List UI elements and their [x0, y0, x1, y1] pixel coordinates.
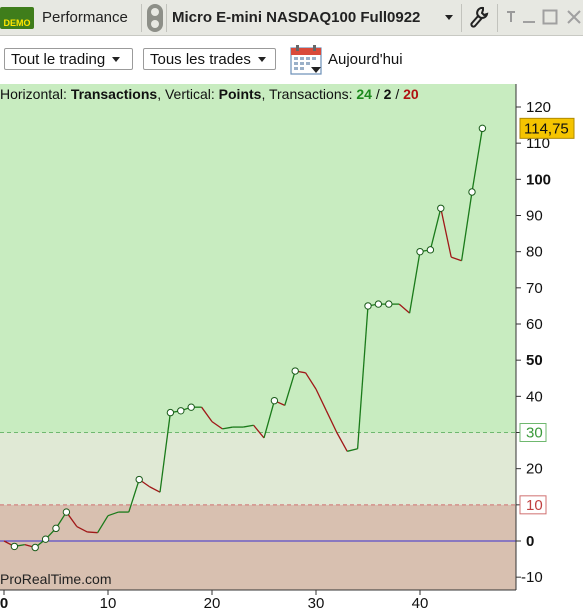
profit-zone: [0, 84, 516, 433]
title-bar: DEMO Performance Micro E-mini NASDAQ100 …: [0, 0, 583, 36]
trading-filter-dropdown[interactable]: Tout le trading: [4, 48, 133, 70]
y-tick-label: 30: [526, 425, 543, 442]
caret-down-icon: [257, 56, 266, 62]
trade-marker: [416, 247, 424, 256]
minimize-icon[interactable]: [522, 10, 536, 24]
divider: [497, 4, 498, 32]
vertical-label: , Vertical:: [157, 86, 215, 102]
wrench-icon[interactable]: [469, 6, 489, 28]
trade-marker: [10, 542, 19, 551]
neutral-zone: [0, 432, 516, 505]
y-tick-label: 70: [526, 280, 543, 297]
y-tick-label: 20: [526, 461, 543, 478]
y-tick-label: 120: [526, 99, 551, 116]
x-tick-label: 30: [308, 595, 325, 612]
total-transactions: 24: [356, 86, 372, 102]
y-tick-label: 40: [526, 388, 543, 405]
close-icon[interactable]: [566, 9, 582, 25]
demo-label: DEMO: [3, 18, 31, 28]
equity-segment: [87, 531, 98, 534]
trade-marker: [364, 302, 372, 310]
trade-marker: [270, 396, 279, 405]
watermark: ProRealTime.com: [0, 571, 112, 587]
pin-icon[interactable]: [505, 10, 517, 24]
x-tick-label: 0: [0, 595, 8, 612]
trade-marker: [177, 407, 185, 415]
trade-marker: [31, 543, 39, 552]
x-tick-label: 20: [204, 595, 221, 612]
trades-filter-dropdown[interactable]: Tous les trades: [143, 48, 276, 70]
trade-marker: [426, 246, 435, 254]
separator: /: [371, 86, 384, 102]
y-tick-label: 90: [526, 208, 543, 225]
trade-marker: [135, 475, 143, 484]
trade-marker: [41, 535, 50, 543]
trade-marker: [166, 408, 175, 417]
transactions-label: , Transactions:: [261, 86, 353, 102]
y-tick-label: 60: [526, 316, 543, 333]
y-tick-label: 80: [526, 244, 543, 261]
chart-info-line: Horizontal: Transactions, Vertical: Poin…: [0, 86, 419, 102]
maximize-icon[interactable]: [542, 9, 558, 25]
trading-filter-label: Tout le trading: [11, 50, 106, 68]
demo-logo: DEMO: [0, 7, 34, 29]
horizontal-label: Horizontal:: [0, 86, 67, 102]
trade-marker: [52, 524, 60, 533]
date-range-label[interactable]: Aujourd'hui: [328, 51, 403, 68]
trade-marker: [478, 124, 487, 133]
trade-marker: [437, 204, 445, 212]
last-value-label: 114,75: [524, 120, 569, 137]
separator: /: [391, 86, 404, 102]
trade-marker: [291, 367, 299, 375]
instrument-selector[interactable]: Micro E-mini NASDAQ100 Full0922: [172, 9, 420, 26]
chevron-down-icon[interactable]: [444, 14, 454, 22]
trade-marker: [385, 300, 393, 308]
divider: [461, 4, 462, 32]
link-sync-icon[interactable]: [147, 4, 163, 32]
y-tick-label: 50: [526, 352, 543, 369]
trade-marker: [468, 188, 476, 196]
y-tick-label: 0: [526, 533, 534, 550]
caret-down-icon: [112, 56, 121, 62]
app-name: Performance: [42, 9, 128, 26]
vertical-value: Points: [218, 86, 262, 102]
x-tick-label: 10: [100, 595, 117, 612]
winning-transactions: 20: [403, 86, 419, 102]
trades-filter-label: Tous les trades: [150, 50, 251, 68]
divider: [141, 4, 142, 32]
horizontal-value: Transactions: [70, 86, 158, 102]
divider: [166, 4, 167, 32]
y-tick-label: 100: [526, 171, 551, 188]
x-tick-label: 40: [412, 595, 429, 612]
trade-marker: [187, 403, 195, 411]
y-tick-label: -10: [521, 569, 543, 586]
y-tick-label: 10: [526, 497, 543, 514]
calendar-icon[interactable]: [290, 45, 322, 75]
equity-curve-chart[interactable]: -1001020304050607080901001101200 10 20 30 40…: [0, 84, 583, 615]
trade-marker: [374, 300, 383, 308]
trade-marker: [62, 508, 71, 516]
